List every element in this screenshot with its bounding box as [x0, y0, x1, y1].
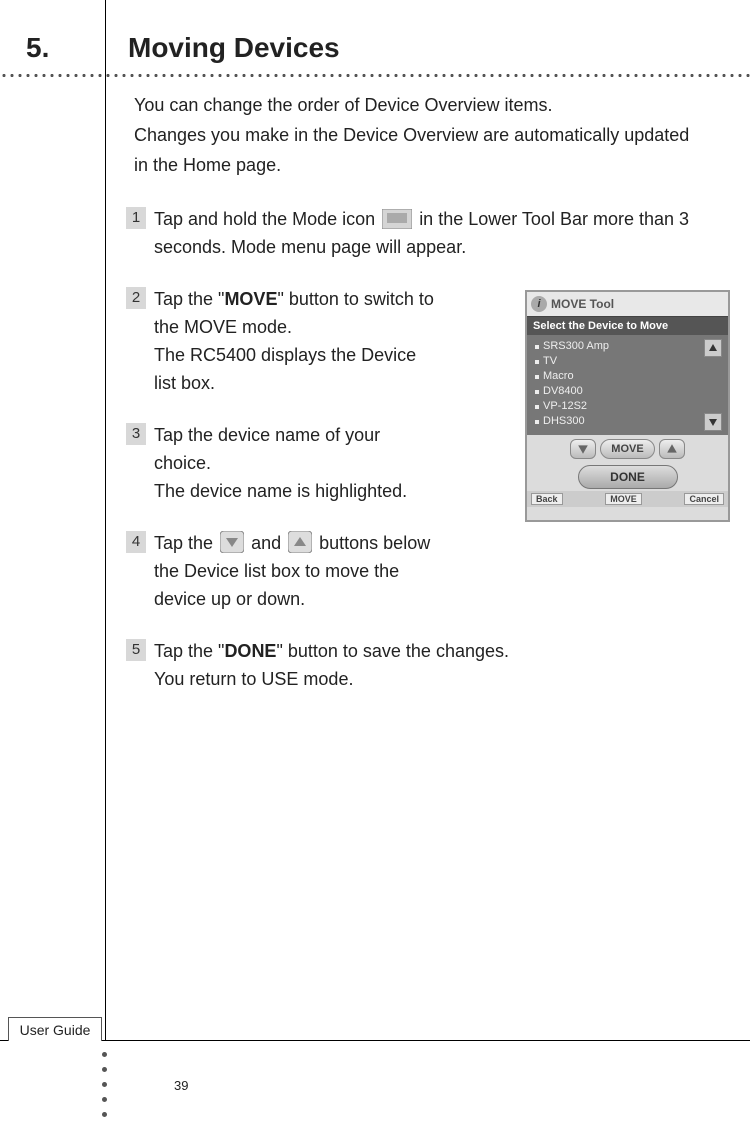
- section-title: Moving Devices: [128, 32, 340, 64]
- screenshot-footer: Back MOVE Cancel: [527, 491, 728, 507]
- section-number: 5.: [26, 32, 49, 64]
- step-text: Tap and hold the Mode icon in the Lower …: [154, 205, 714, 261]
- step-text: Tap the "MOVE" button to switch to the M…: [154, 285, 434, 397]
- list-item: TV: [531, 354, 724, 369]
- move-up-icon: [659, 439, 685, 459]
- text: The device name is highlighted.: [154, 481, 407, 501]
- text: Tap the device name of your choice.: [154, 425, 380, 473]
- list-item: Macro: [531, 369, 724, 384]
- step-5: 5 Tap the "DONE" button to save the chan…: [126, 637, 731, 693]
- cancel-label: Cancel: [684, 493, 724, 505]
- screenshot-titlebar: i MOVE Tool: [527, 292, 728, 316]
- mode-icon: [382, 209, 412, 229]
- text: and: [251, 533, 286, 553]
- step-4: 4 Tap the and buttons below the Device l…: [126, 529, 731, 613]
- intro-block: You can change the order of Device Overv…: [134, 90, 694, 180]
- select-header: Select the Device to Move: [527, 316, 728, 335]
- text: Tap the ": [154, 641, 224, 661]
- text: The RC5400 displays the Device list box.: [154, 345, 416, 393]
- scroll-down-icon: [704, 413, 722, 431]
- list-item: VP-12S2: [531, 399, 724, 414]
- vertical-dots: [102, 1052, 107, 1117]
- step-number: 2: [126, 287, 146, 309]
- list-item: DV8400: [531, 384, 724, 399]
- list-item: DHS300: [531, 414, 724, 429]
- tool-title: MOVE Tool: [551, 297, 614, 311]
- dotted-divider: [0, 74, 750, 77]
- up-arrow-icon: [288, 531, 312, 553]
- step-1: 1 Tap and hold the Mode icon in the Lowe…: [126, 205, 731, 261]
- step-text: Tap the device name of your choice. The …: [154, 421, 434, 505]
- info-icon: i: [531, 296, 547, 312]
- text: Tap the: [154, 533, 218, 553]
- list-item: SRS300 Amp: [531, 339, 724, 354]
- text: Tap the ": [154, 289, 224, 309]
- device-screenshot: i MOVE Tool Select the Device to Move SR…: [525, 290, 730, 522]
- move-down-icon: [570, 439, 596, 459]
- vertical-rule: [105, 0, 106, 1040]
- move-button-row: MOVE: [527, 435, 728, 463]
- step-number: 3: [126, 423, 146, 445]
- step-number: 5: [126, 639, 146, 661]
- step-text: Tap the and buttons below the Device lis…: [154, 529, 434, 613]
- step-number: 1: [126, 207, 146, 229]
- text: You return to USE mode.: [154, 669, 353, 689]
- page-number: 39: [174, 1078, 188, 1093]
- mode-label: MOVE: [605, 493, 642, 505]
- scroll-up-icon: [704, 339, 722, 357]
- back-label: Back: [531, 493, 563, 505]
- user-guide-tab: User Guide: [8, 1017, 102, 1041]
- bold-text: DONE: [224, 641, 276, 661]
- text: Tap and hold the Mode icon: [154, 209, 380, 229]
- move-button: MOVE: [600, 439, 654, 459]
- intro-p2: Changes you make in the Device Overview …: [134, 120, 694, 180]
- tab-mask: [9, 1039, 101, 1042]
- intro-p1: You can change the order of Device Overv…: [134, 90, 694, 120]
- bold-text: MOVE: [224, 289, 277, 309]
- done-button: DONE: [578, 465, 678, 489]
- step-number: 4: [126, 531, 146, 553]
- step-text: Tap the "DONE" button to save the change…: [154, 637, 509, 693]
- device-list: SRS300 Amp TV Macro DV8400 VP-12S2 DHS30…: [527, 335, 728, 435]
- text: " button to save the changes.: [276, 641, 509, 661]
- down-arrow-icon: [220, 531, 244, 553]
- horizontal-rule: [0, 1040, 750, 1041]
